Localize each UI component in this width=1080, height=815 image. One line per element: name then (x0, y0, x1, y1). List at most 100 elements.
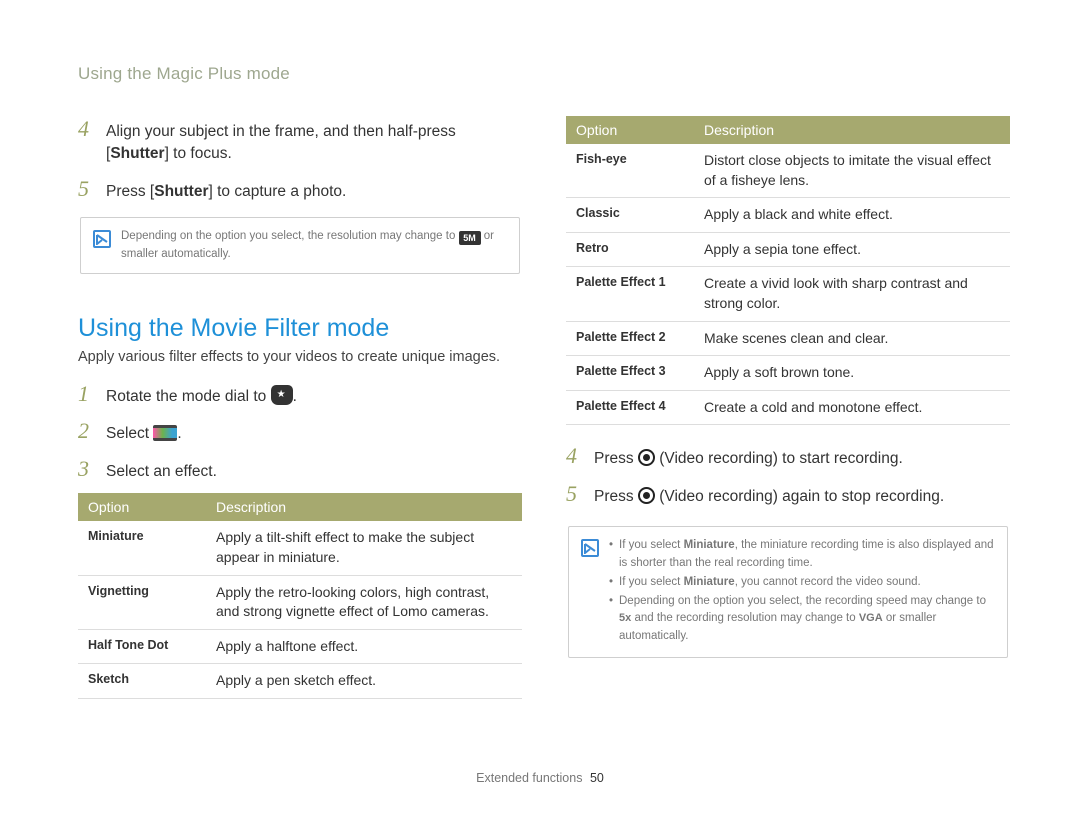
effects-table-right: Option Description Fish-eye Distort clos… (566, 116, 1010, 425)
b: Miniature (684, 576, 735, 588)
option-name: Retro (566, 232, 694, 267)
section-intro: Apply various filter effects to your vid… (78, 349, 522, 365)
note-miniature: If you select Miniature, the miniature r… (568, 526, 1008, 658)
option-desc: Apply the retro-looking colors, high con… (206, 575, 522, 629)
step-number: 2 (78, 418, 96, 444)
step-5-stop: 5 Press (Video recording) again to stop … (566, 481, 1010, 508)
step-number: 5 (78, 176, 96, 202)
option-desc: Create a vivid look with sharp contrast … (694, 267, 1010, 321)
step-number: 4 (78, 116, 96, 142)
table-row: Palette Effect 4 Create a cold and monot… (566, 390, 1010, 425)
content-columns: 4 Align your subject in the frame, and t… (78, 116, 1010, 699)
col-option: Option (78, 493, 206, 521)
table-row: Sketch Apply a pen sketch effect. (78, 664, 522, 699)
step-number: 3 (78, 456, 96, 482)
t: Depending on the option you select, the … (619, 595, 986, 607)
step-number: 1 (78, 381, 96, 407)
page-footer: Extended functions 50 (0, 771, 1080, 785)
table-header-row: Option Description (78, 493, 522, 521)
table-row: Palette Effect 1 Create a vivid look wit… (566, 267, 1010, 321)
table-row: Fish-eye Distort close objects to imitat… (566, 144, 1010, 198)
b: Miniature (684, 539, 735, 551)
note-item: If you select Miniature, the miniature r… (609, 537, 995, 572)
table-row: Vignetting Apply the retro-looking color… (78, 575, 522, 629)
text-bold: Shutter (110, 145, 164, 162)
note-item: Depending on the option you select, the … (609, 593, 995, 645)
text-post: (Video recording) to start recording. (655, 450, 903, 467)
option-desc: Distort close objects to imitate the vis… (694, 144, 1010, 198)
text-pre: Press [ (106, 183, 154, 200)
step-text: Align your subject in the frame, and the… (106, 121, 522, 166)
resolution-badge-icon: 5M (459, 231, 481, 245)
table-row: Palette Effect 2 Make scenes clean and c… (566, 321, 1010, 356)
option-desc: Apply a halftone effect. (206, 629, 522, 664)
speed-badge-icon: 5x (619, 610, 631, 627)
record-icon (638, 487, 655, 504)
step-text: Press (Video recording) to start recordi… (594, 448, 903, 470)
option-desc: Make scenes clean and clear. (694, 321, 1010, 356)
t: If you select (619, 539, 684, 551)
col-description: Description (694, 116, 1010, 144)
option-desc: Apply a tilt-shift effect to make the su… (206, 521, 522, 575)
vga-badge-icon: VGA (859, 610, 883, 627)
option-desc: Apply a black and white effect. (694, 198, 1010, 233)
text-pre: Press (594, 450, 638, 467)
record-icon (638, 449, 655, 466)
step-number: 5 (566, 481, 584, 507)
text-post: ] to capture a photo. (208, 183, 346, 200)
text-pre: Press (594, 488, 638, 505)
col-description: Description (206, 493, 522, 521)
option-name: Miniature (78, 521, 206, 575)
note-icon (581, 539, 599, 557)
note-list: If you select Miniature, the miniature r… (609, 537, 995, 647)
step-text: Press (Video recording) again to stop re… (594, 486, 944, 508)
option-name: Palette Effect 2 (566, 321, 694, 356)
step-1-rotate: 1 Rotate the mode dial to . (78, 381, 522, 408)
step-5-capture: 5 Press [Shutter] to capture a photo. (78, 176, 522, 203)
page-number: 50 (590, 771, 604, 785)
text-post: (Video recording) again to stop recordin… (655, 488, 944, 505)
option-name: Fish-eye (566, 144, 694, 198)
note-icon (93, 230, 111, 248)
step-text: Press [Shutter] to capture a photo. (106, 181, 346, 203)
note-item: If you select Miniature, you cannot reco… (609, 574, 995, 591)
table-header-row: Option Description (566, 116, 1010, 144)
right-column: Option Description Fish-eye Distort clos… (566, 116, 1010, 699)
t: If you select (619, 576, 684, 588)
step-2-select: 2 Select . (78, 418, 522, 445)
footer-label: Extended functions (476, 771, 582, 785)
text: Rotate the mode dial to (106, 388, 271, 405)
step-text: Select . (106, 423, 182, 445)
step-text: Rotate the mode dial to . (106, 385, 297, 408)
step-number: 4 (566, 443, 584, 469)
option-name: Half Tone Dot (78, 629, 206, 664)
col-option: Option (566, 116, 694, 144)
table-row: Half Tone Dot Apply a halftone effect. (78, 629, 522, 664)
text-post: ] to focus. (165, 145, 232, 162)
tail: . (293, 388, 297, 405)
note-pre: Depending on the option you select, the … (121, 230, 459, 242)
left-column: 4 Align your subject in the frame, and t… (78, 116, 522, 699)
option-name: Vignetting (78, 575, 206, 629)
text-bold: Shutter (154, 183, 208, 200)
section-title-movie-filter: Using the Movie Filter mode (78, 314, 522, 343)
option-desc: Apply a pen sketch effect. (206, 664, 522, 699)
page-header: Using the Magic Plus mode (78, 64, 1010, 84)
step-4-record: 4 Press (Video recording) to start recor… (566, 443, 1010, 470)
movie-filter-icon (153, 425, 177, 441)
option-name: Classic (566, 198, 694, 233)
option-name: Palette Effect 1 (566, 267, 694, 321)
effects-table-left: Option Description Miniature Apply a til… (78, 493, 522, 699)
option-desc: Apply a sepia tone effect. (694, 232, 1010, 267)
option-name: Sketch (78, 664, 206, 699)
table-row: Classic Apply a black and white effect. (566, 198, 1010, 233)
note-content: Depending on the option you select, the … (121, 228, 507, 263)
tail: . (177, 425, 181, 442)
step-3-effect: 3 Select an effect. (78, 456, 522, 483)
option-desc: Apply a soft brown tone. (694, 356, 1010, 391)
table-row: Retro Apply a sepia tone effect. (566, 232, 1010, 267)
step-4-align: 4 Align your subject in the frame, and t… (78, 116, 522, 166)
mode-dial-icon (271, 385, 293, 405)
t: , you cannot record the video sound. (735, 576, 921, 588)
text: Select (106, 425, 153, 442)
